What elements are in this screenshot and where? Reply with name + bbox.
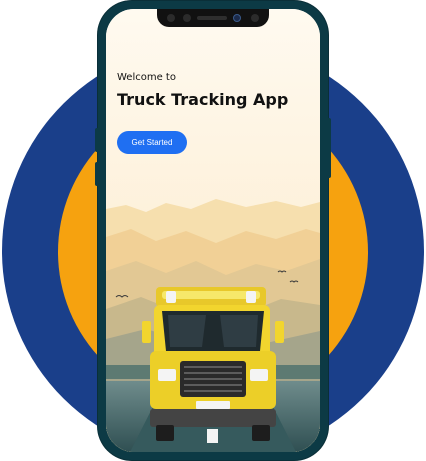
app-title: Truck Tracking App xyxy=(117,90,289,109)
phone-side-button xyxy=(95,162,99,186)
phone-screen: Welcome to Truck Tracking App Get Starte… xyxy=(106,9,320,452)
promo-stage: Welcome to Truck Tracking App Get Starte… xyxy=(0,0,426,461)
speaker-grille xyxy=(197,16,227,20)
welcome-text: Welcome to xyxy=(117,72,176,83)
sensor-dot xyxy=(167,14,175,22)
truck-illustration xyxy=(142,287,284,441)
get-started-button[interactable]: Get Started xyxy=(117,131,187,154)
phone-notch xyxy=(157,9,269,27)
sensor-dot xyxy=(183,14,191,22)
phone-power-button xyxy=(327,118,331,178)
phone-side-button xyxy=(95,128,99,152)
sensor-dot xyxy=(251,14,259,22)
camera-icon xyxy=(233,14,241,22)
